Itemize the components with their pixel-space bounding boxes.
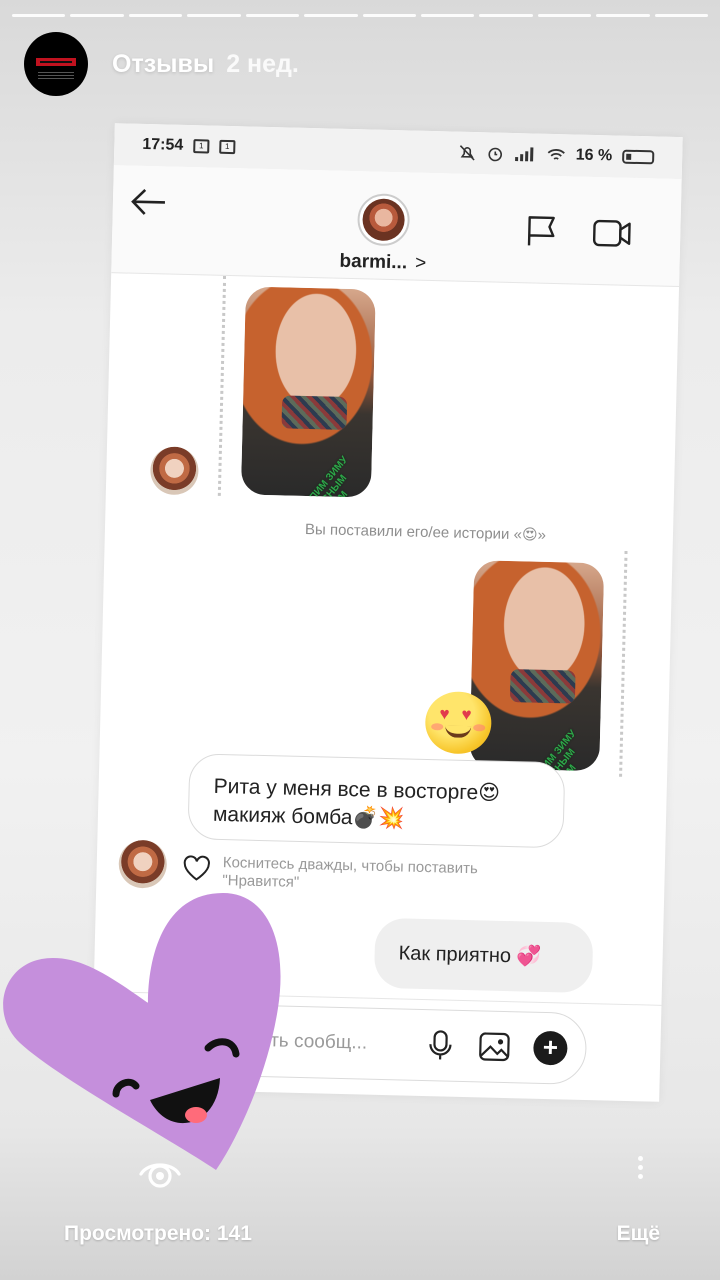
battery-percent: 16 % <box>575 146 613 165</box>
contact-name[interactable]: barmi... > <box>339 251 426 275</box>
story-title[interactable]: Отзывы <box>112 50 214 79</box>
mute-icon <box>459 145 475 161</box>
video-call-icon[interactable] <box>592 217 633 250</box>
progress-segment <box>362 14 416 17</box>
progress-segment <box>537 14 592 17</box>
more-dots-icon[interactable] <box>634 1152 646 1188</box>
alarm-icon <box>487 147 502 162</box>
progress-segment <box>304 14 358 17</box>
progress-segment <box>654 14 709 17</box>
smiling-heart-sticker-icon[interactable] <box>0 888 288 1178</box>
progress-segment <box>187 14 241 17</box>
dm-header: barmi... > <box>111 165 682 288</box>
heart-icon[interactable] <box>181 855 212 889</box>
story-photo[interactable]: РАСТОПИМ ЗИМУ ПРЕКРАСНЫМ МАКИЯЖЕМ <box>240 286 376 498</box>
progress-segment <box>70 14 124 17</box>
reply-thread-line <box>217 275 227 496</box>
profile-avatar[interactable] <box>24 32 88 96</box>
progress-segment <box>596 14 650 17</box>
reply-thread-line <box>619 550 628 777</box>
contact-avatar-small[interactable] <box>118 839 168 889</box>
progress-segment <box>12 14 66 17</box>
story-progress <box>12 14 709 18</box>
battery-icon <box>622 149 655 165</box>
story-photo-sent[interactable]: РАСТОПИМ ЗИМУ ПРЕКРАСНЫМ МАКИЯЖЕМ <box>469 560 605 772</box>
wifi-icon <box>547 149 565 160</box>
microphone-icon[interactable] <box>423 1028 458 1063</box>
eye-icon[interactable] <box>138 1150 182 1190</box>
contact-name-text: barmi... <box>339 250 408 274</box>
more-button[interactable]: Ещё <box>617 1222 660 1246</box>
flag-icon[interactable] <box>524 213 559 248</box>
photo-caption: РАСТОПИМ ЗИМУ ПРЕКРАСНЫМ МАКИЯЖЕМ <box>287 454 351 498</box>
gallery-icon[interactable] <box>477 1029 512 1064</box>
back-arrow-icon[interactable] <box>128 186 169 227</box>
story-reply-note: Вы поставили его/ее истории «😍» <box>304 520 547 544</box>
signal-icon <box>514 147 533 162</box>
progress-segment <box>420 14 475 17</box>
story-time: 2 нед. <box>226 49 299 78</box>
plus-icon[interactable]: + <box>532 1030 568 1066</box>
progress-segment <box>245 14 300 17</box>
outgoing-message[interactable]: Как приятно 💞 <box>373 917 594 994</box>
notification-icon: 1 <box>193 139 210 154</box>
incoming-message[interactable]: Рита у меня все в восторге😍 макияж бомба… <box>187 753 566 849</box>
notification-icon: 1 <box>219 139 236 155</box>
contact-avatar-small[interactable] <box>149 446 199 496</box>
chevron-right-icon: > <box>414 252 427 274</box>
viewers-count[interactable]: Просмотрено: 141 <box>64 1222 252 1246</box>
status-time: 17:54 <box>142 135 184 154</box>
progress-segment <box>128 14 183 17</box>
story-header: Отзывы 2 нед. <box>24 32 299 96</box>
contact-avatar[interactable] <box>356 193 411 247</box>
progress-segment <box>479 14 533 17</box>
